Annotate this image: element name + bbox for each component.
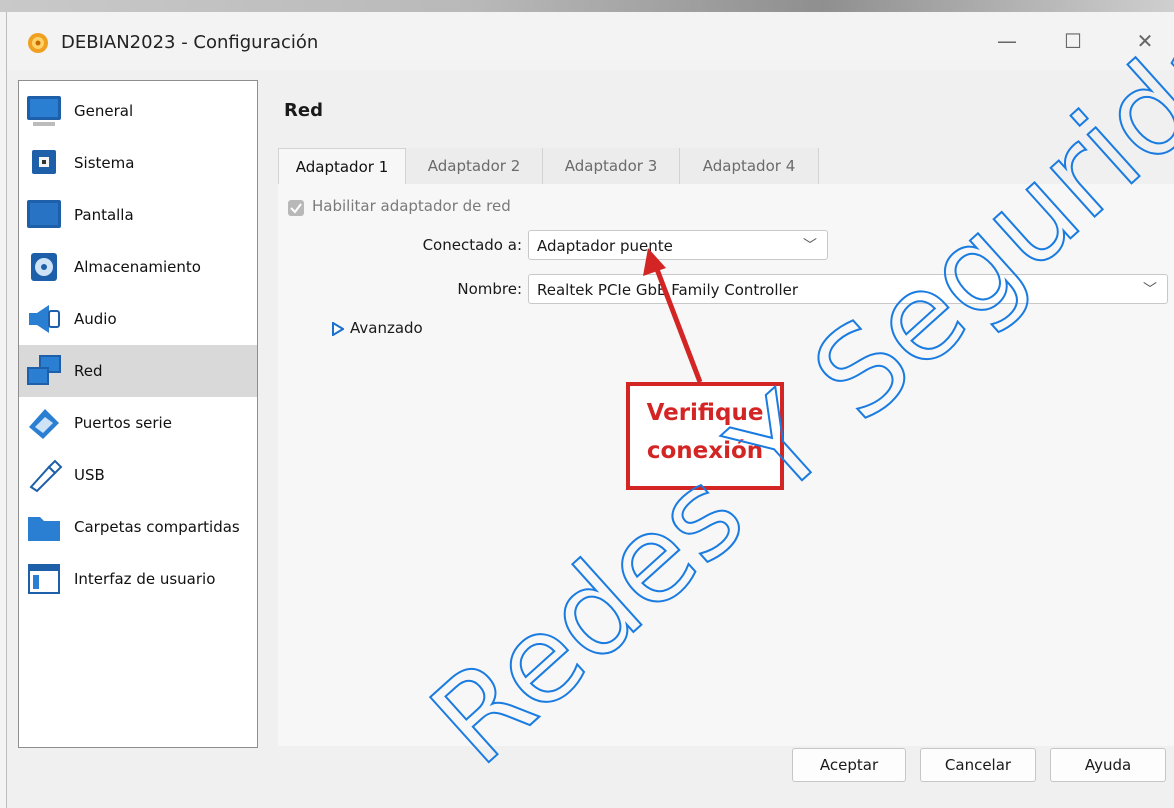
settings-sidebar: General Sistema Pantalla Almacenamiento … — [18, 80, 258, 748]
sidebar-item-label: Red — [74, 362, 103, 380]
chip-icon — [32, 150, 56, 174]
tab-adaptador-1[interactable]: Adaptador 1 — [278, 148, 406, 186]
sidebar-item-label: Pantalla — [74, 206, 134, 224]
usb-icon — [29, 459, 63, 493]
speaker-icon — [29, 305, 60, 333]
sidebar-item-general[interactable]: General — [19, 85, 257, 137]
general-monitor-icon — [27, 96, 61, 126]
page-title: Red — [284, 100, 323, 121]
tab-adaptador-2[interactable]: Adaptador 2 — [406, 148, 543, 184]
advanced-toggle[interactable]: Avanzado — [350, 319, 423, 337]
sidebar-item-label: Puertos serie — [74, 414, 172, 432]
sidebar-item-puertos-serie[interactable]: Puertos serie — [19, 397, 257, 449]
annotation-callout: Verifique conexión — [626, 382, 784, 490]
ui-window-icon — [28, 564, 60, 594]
sidebar-item-label: Carpetas compartidas — [74, 518, 240, 536]
help-button[interactable]: Ayuda — [1050, 748, 1166, 782]
annotation-line-1: Verifique — [646, 400, 764, 426]
connected-to-label: Conectado a: — [422, 236, 522, 254]
sidebar-item-label: Almacenamiento — [74, 258, 201, 276]
sidebar-item-red[interactable]: Red — [19, 345, 257, 397]
virtualbox-app-icon — [28, 33, 48, 53]
adapter-name-select[interactable]: Realtek PCIe GbE Family Controller ﹀ — [528, 274, 1168, 304]
tab-adaptador-3[interactable]: Adaptador 3 — [543, 148, 680, 184]
sidebar-item-label: Interfaz de usuario — [74, 570, 216, 588]
connected-to-select[interactable]: Adaptador puente ﹀ — [528, 230, 828, 260]
checkmark-icon — [290, 203, 302, 214]
sidebar-item-pantalla[interactable]: Pantalla — [19, 189, 257, 241]
maximize-button[interactable]: ☐ — [1053, 24, 1093, 58]
chevron-down-icon: ﹀ — [803, 238, 817, 254]
sidebar-item-label: Sistema — [74, 154, 135, 172]
sidebar-item-carpetas-compartidas[interactable]: Carpetas compartidas — [19, 501, 257, 553]
accept-button[interactable]: Aceptar — [792, 748, 906, 782]
network-icon — [27, 355, 61, 385]
enable-adapter-checkbox[interactable] — [288, 200, 304, 216]
display-icon — [27, 200, 61, 228]
sidebar-item-label: General — [74, 102, 134, 120]
close-button[interactable]: ✕ — [1125, 24, 1165, 58]
adapter-name-value: Realtek PCIe GbE Family Controller — [537, 281, 799, 299]
tab-adaptador-4[interactable]: Adaptador 4 — [680, 148, 819, 184]
expand-triangle-icon[interactable] — [332, 322, 344, 336]
enable-adapter-label: Habilitar adaptador de red — [312, 197, 511, 215]
desktop-background-strip — [0, 0, 1174, 12]
sidebar-item-almacenamiento[interactable]: Almacenamiento — [19, 241, 257, 293]
sidebar-item-audio[interactable]: Audio — [19, 293, 257, 345]
sidebar-item-sistema[interactable]: Sistema — [19, 137, 257, 189]
connected-to-value: Adaptador puente — [537, 237, 673, 255]
sidebar-item-label: Audio — [74, 310, 117, 328]
chevron-down-icon: ﹀ — [1143, 282, 1157, 298]
minimize-button[interactable]: — — [987, 24, 1027, 58]
annotation-line-2: conexión — [646, 438, 764, 464]
title-bar: DEBIAN2023 - Configuración — ☐ ✕ — [7, 12, 1174, 70]
storage-disk-icon — [31, 253, 57, 281]
sidebar-item-label: USB — [74, 466, 105, 484]
window-title: DEBIAN2023 - Configuración — [61, 32, 319, 53]
cancel-button[interactable]: Cancelar — [920, 748, 1036, 782]
sidebar-item-usb[interactable]: USB — [19, 449, 257, 501]
name-label: Nombre: — [457, 280, 522, 298]
folder-icon — [28, 517, 60, 541]
serial-port-icon — [29, 409, 59, 439]
sidebar-item-interfaz-de-usuario[interactable]: Interfaz de usuario — [19, 553, 257, 605]
